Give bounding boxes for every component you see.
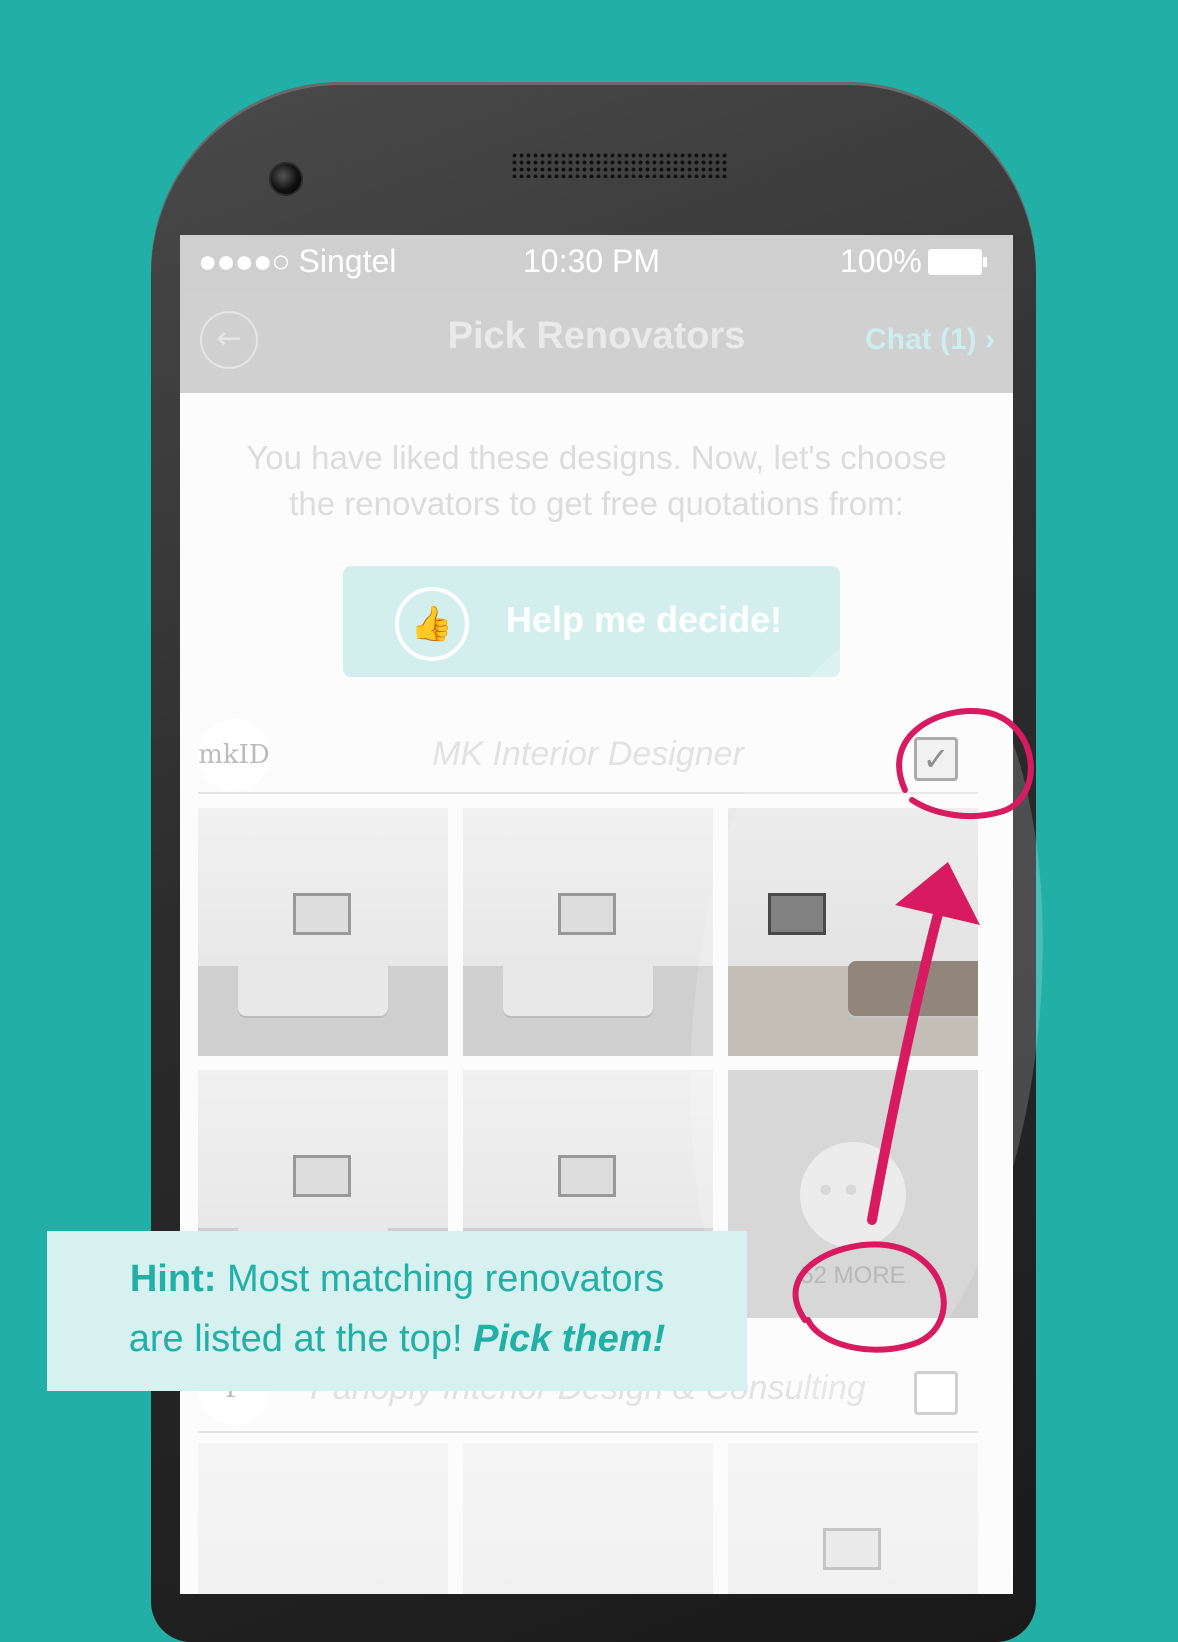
help-me-decide-button[interactable]: 👍 Help me decide! — [343, 566, 840, 677]
hint-text-1: Most matching renovators — [226, 1258, 665, 1300]
earpiece-speaker — [511, 152, 729, 178]
hint-text-2: are listed at the top! — [128, 1318, 463, 1360]
carrier-name: Singtel — [298, 243, 397, 279]
vendor-checkbox-unchecked[interactable] — [914, 1371, 958, 1415]
hint-callout: Hint: Most matching renovators are liste… — [47, 1231, 747, 1391]
signal-strength-icon: ●●●●○ — [198, 243, 291, 279]
chevron-right-icon: › — [985, 323, 995, 356]
status-bar: ●●●●○ Singtel 10:30 PM 100% — [180, 235, 1013, 293]
thumbs-up-icon: 👍 — [395, 587, 469, 661]
design-thumbnail[interactable] — [728, 1443, 978, 1594]
design-thumbnail[interactable] — [198, 1443, 448, 1594]
battery-percent: 100% — [840, 243, 922, 279]
hint-emphasis: Pick them! — [473, 1318, 666, 1360]
front-camera — [269, 162, 303, 196]
help-button-label: Help me decide! — [506, 599, 783, 640]
battery-icon — [927, 248, 987, 275]
status-time: 10:30 PM — [523, 243, 660, 279]
design-thumbnail[interactable] — [463, 808, 713, 1056]
divider — [198, 1431, 978, 1433]
chat-link-label: Chat (1) — [864, 323, 977, 356]
intro-line-2: the renovators to get free quotations fr… — [289, 485, 904, 522]
nav-bar: ← Pick Renovators Chat (1) › — [180, 293, 1013, 393]
carrier-info: ●●●●○ Singtel — [198, 243, 396, 280]
intro-text: You have liked these designs. Now, let's… — [200, 435, 993, 527]
design-thumbnail[interactable] — [463, 1443, 713, 1594]
hint-label: Hint: — [129, 1258, 217, 1300]
design-thumbnail[interactable] — [198, 808, 448, 1056]
battery-status: 100% — [840, 243, 987, 280]
intro-line-1: You have liked these designs. Now, let's… — [246, 439, 947, 476]
chat-link[interactable]: Chat (1) › — [865, 323, 995, 357]
